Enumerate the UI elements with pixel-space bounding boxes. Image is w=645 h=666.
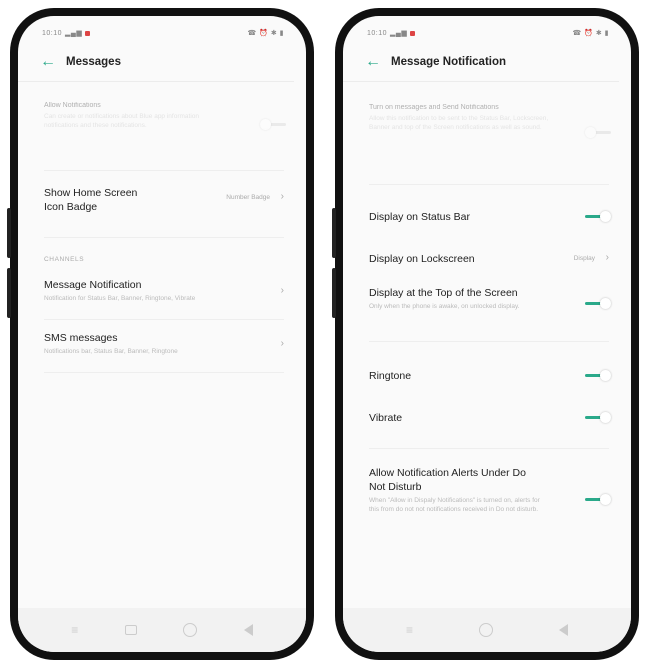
row-sub: Notifications bar, Status Bar, Banner, R… <box>44 348 178 355</box>
status-icons: ☎ ⏰ ✱ ▮ <box>247 30 284 37</box>
row-label: Ringtone <box>369 370 412 382</box>
volume-button <box>332 208 336 258</box>
top-of-screen-row[interactable]: Display at the Top of the Screen Only wh… <box>343 287 631 327</box>
signal-icon: ▂▄▆ <box>65 30 83 37</box>
status-bar: 10:10 ▂▄▆ ☎ ⏰ ✱ ▮ <box>18 16 306 42</box>
vibrate-row[interactable]: Vibrate <box>343 412 631 434</box>
vibrate-toggle[interactable] <box>585 411 611 425</box>
phone-frame-left: 10:10 ▂▄▆ ☎ ⏰ ✱ ▮ ← Messages Allow Notifi… <box>7 8 314 660</box>
allow-messages-row[interactable]: Turn on messages and Send Notifications … <box>343 104 631 174</box>
home-icon[interactable] <box>183 623 198 637</box>
volume-button <box>7 268 11 318</box>
row-label: Allow Notification Alerts Under Do <box>369 467 526 479</box>
row-label: Not Disturb <box>369 481 422 493</box>
row-sub: Notification for Status Bar, Banner, Rin… <box>44 295 196 302</box>
row-sub: When "Allow in Dispaly Notifications" is… <box>369 497 540 513</box>
status-bar-row[interactable]: Display on Status Bar <box>343 211 631 233</box>
status-time: 10:10 <box>367 29 388 37</box>
page-title: Message Notification <box>391 55 507 68</box>
menu-icon[interactable]: ≡ <box>406 623 413 637</box>
notification-icon <box>85 30 91 36</box>
chevron-right-icon: › <box>605 252 609 263</box>
dnd-alerts-row[interactable]: Allow Notification Alerts Under Do Not D… <box>343 467 631 537</box>
chevron-right-icon: › <box>280 191 284 202</box>
allow-notifications-toggle[interactable] <box>260 118 286 132</box>
page-title: Messages <box>66 55 121 68</box>
dnd-alerts-toggle[interactable] <box>585 493 611 507</box>
allow-notifications-row[interactable]: Allow Notifications Can create or notifi… <box>18 102 306 162</box>
ringtone-row[interactable]: Ringtone <box>343 370 631 392</box>
row-label: Message Notification <box>44 279 142 291</box>
lockscreen-row[interactable]: Display on Lockscreen Display › <box>343 252 631 275</box>
screen-messages: 10:10 ▂▄▆ ☎ ⏰ ✱ ▮ ← Messages Allow Notifi… <box>18 16 306 652</box>
channel-sms-messages[interactable]: SMS messages Notifications bar, Status B… <box>18 332 306 372</box>
menu-icon[interactable]: ≡ <box>71 623 78 637</box>
row-label: Icon Badge <box>44 201 98 213</box>
row-sub: Allow this notification to be sent to th… <box>369 115 549 131</box>
row-label: Display on Status Bar <box>369 211 470 223</box>
lockscreen-value: Display <box>573 255 595 262</box>
section-label: CHANNELS <box>44 256 85 263</box>
channel-message-notification[interactable]: Message Notification Notification for St… <box>18 279 306 319</box>
allow-messages-toggle[interactable] <box>585 126 611 140</box>
chevron-right-icon: › <box>280 285 284 296</box>
status-bar-toggle[interactable] <box>585 210 611 224</box>
row-sub: Only when the phone is awake, on unlocke… <box>369 303 520 310</box>
back-icon[interactable] <box>243 624 253 636</box>
phone-frame-right: 10:10 ▂▄▆ ☎ ⏰ ✱ ▮ ← Message Notification … <box>332 8 639 660</box>
notification-icon <box>410 30 416 36</box>
recent-apps-icon[interactable] <box>124 625 137 635</box>
navigation-bar: ≡ <box>18 608 306 652</box>
volume-button <box>7 208 11 258</box>
status-icons: ☎ ⏰ ✱ ▮ <box>572 30 609 37</box>
home-icon[interactable] <box>478 623 493 637</box>
back-icon[interactable] <box>558 624 568 636</box>
navigation-bar: ≡ <box>343 608 631 652</box>
row-label: SMS messages <box>44 332 118 344</box>
back-arrow-icon[interactable]: ← <box>365 53 391 71</box>
status-time: 10:10 <box>42 29 63 37</box>
app-header: ← Message Notification <box>343 42 619 82</box>
row-sub: Can create or notifications about Blue a… <box>44 113 200 129</box>
volume-button <box>332 268 336 318</box>
chevron-right-icon: › <box>280 338 284 349</box>
row-label: Allow Notifications <box>44 102 101 109</box>
row-label: Vibrate <box>369 412 403 424</box>
home-badge-row[interactable]: Show Home Screen Icon Badge Number Badge… <box>18 187 306 231</box>
signal-icon: ▂▄▆ <box>390 30 408 37</box>
app-header: ← Messages <box>18 42 294 82</box>
row-label: Display at the Top of the Screen <box>369 287 518 299</box>
screen-message-notification: 10:10 ▂▄▆ ☎ ⏰ ✱ ▮ ← Message Notification … <box>343 16 631 652</box>
top-of-screen-toggle[interactable] <box>585 297 611 311</box>
row-label: Turn on messages and Send Notifications <box>369 104 499 111</box>
badge-value: Number Badge <box>226 194 270 201</box>
back-arrow-icon[interactable]: ← <box>40 53 66 71</box>
status-bar: 10:10 ▂▄▆ ☎ ⏰ ✱ ▮ <box>343 16 631 42</box>
ringtone-toggle[interactable] <box>585 369 611 383</box>
